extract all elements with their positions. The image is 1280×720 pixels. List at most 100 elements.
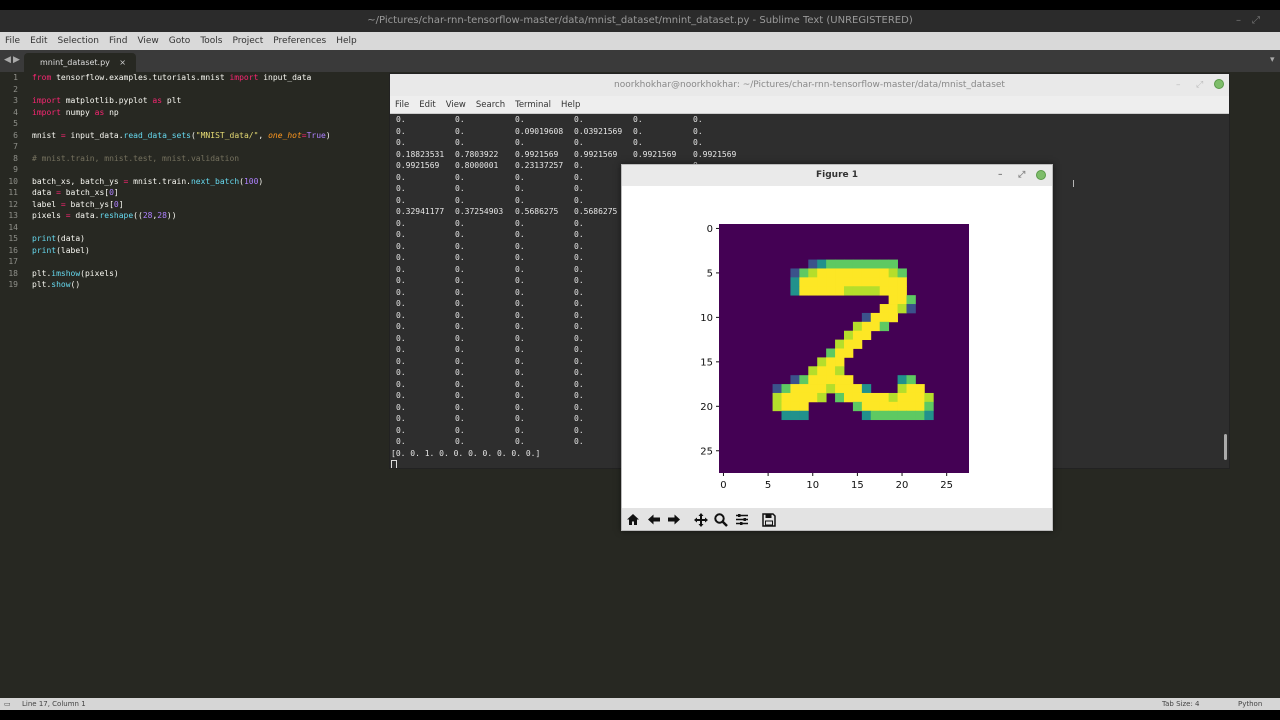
back-arrow-icon[interactable] bbox=[645, 511, 662, 528]
terminal-cell: 0. bbox=[574, 379, 584, 389]
status-tab-size[interactable]: Tab Size: 4 bbox=[1162, 698, 1199, 710]
sublime-window-title: ~/Pictures/char-rnn-tensorflow-master/da… bbox=[367, 15, 913, 26]
terminal-cell: 0. bbox=[455, 402, 465, 412]
terminal-menu-search[interactable]: Search bbox=[471, 100, 510, 110]
terminal-menu-file[interactable]: File bbox=[390, 100, 414, 110]
menu-preferences[interactable]: Preferences bbox=[268, 36, 331, 46]
terminal-cell: 0. bbox=[574, 241, 584, 251]
heatmap-cell bbox=[879, 392, 890, 403]
menu-view[interactable]: View bbox=[132, 36, 163, 46]
terminal-cell: 0. bbox=[574, 253, 584, 262]
heatmap-cell bbox=[781, 392, 791, 403]
heatmap-cell bbox=[870, 268, 881, 278]
maximize-icon[interactable]: ⤢ bbox=[1252, 10, 1260, 32]
forward-arrow-icon[interactable] bbox=[665, 511, 682, 528]
terminal-close-icon[interactable] bbox=[1214, 79, 1224, 89]
menu-find[interactable]: Find bbox=[104, 36, 132, 46]
menu-goto[interactable]: Goto bbox=[164, 36, 196, 46]
terminal-cell: 0. bbox=[574, 310, 584, 320]
menu-selection[interactable]: Selection bbox=[53, 36, 104, 46]
menu-tools[interactable]: Tools bbox=[195, 36, 227, 46]
terminal-cell: 0. bbox=[515, 287, 525, 297]
terminal-cell: 0. bbox=[515, 368, 525, 377]
terminal-cell: 0. bbox=[396, 333, 406, 343]
terminal-titlebar: noorkhokhar@noorkhokhar: ~/Pictures/char… bbox=[390, 74, 1229, 96]
minimize-icon[interactable]: – bbox=[1236, 10, 1241, 32]
terminal-minimize-icon[interactable]: – bbox=[1176, 74, 1181, 96]
terminal-cell: 0. bbox=[455, 253, 465, 262]
heatmap-cell bbox=[852, 330, 863, 341]
menu-help[interactable]: Help bbox=[331, 36, 362, 46]
terminal-cell: 0. bbox=[574, 115, 584, 124]
heatmap-cell bbox=[835, 375, 845, 385]
heatmap-cell bbox=[835, 348, 845, 358]
heatmap-cell bbox=[897, 286, 907, 296]
figure-canvas[interactable]: 0 0 5 5 10 10 15 15 20 20 25 25 bbox=[622, 186, 1052, 508]
menu-file[interactable]: File bbox=[0, 36, 25, 46]
heatmap-cell bbox=[888, 401, 898, 412]
heatmap-cell bbox=[870, 286, 881, 296]
status-panel-icon[interactable]: ▭ bbox=[4, 698, 11, 710]
terminal-cell: 0. bbox=[396, 379, 406, 389]
heatmap-cell bbox=[844, 330, 854, 341]
code-line: 14 bbox=[0, 222, 400, 234]
terminal-cell: 0. bbox=[455, 356, 465, 366]
heatmap-cell bbox=[915, 401, 925, 412]
terminal-cell: 0. bbox=[396, 402, 406, 412]
terminal-menu-view[interactable]: View bbox=[441, 100, 471, 110]
configure-icon[interactable] bbox=[733, 511, 750, 528]
tab-nav-right-icon[interactable]: ▶ bbox=[13, 55, 20, 65]
heatmap-cell bbox=[861, 321, 872, 332]
heatmap-cell bbox=[888, 392, 898, 403]
heatmap-cell bbox=[817, 375, 827, 385]
heatmap-cell bbox=[879, 277, 890, 287]
tab-overflow-icon[interactable]: ▾ bbox=[1270, 55, 1275, 65]
heatmap-cell bbox=[852, 384, 863, 394]
terminal-cell: 0. bbox=[574, 414, 584, 423]
heatmap-cell bbox=[817, 286, 827, 296]
terminal-cell: 0. bbox=[515, 115, 525, 124]
figure-minimize-icon[interactable]: – bbox=[998, 165, 1003, 186]
terminal-cell: 0. bbox=[396, 310, 406, 320]
terminal-menu-edit[interactable]: Edit bbox=[414, 100, 440, 110]
terminal-menu-help[interactable]: Help bbox=[556, 100, 585, 110]
terminal-cell: 0. bbox=[515, 184, 525, 193]
menu-edit[interactable]: Edit bbox=[25, 36, 52, 46]
tab-nav-left-icon[interactable]: ◀ bbox=[4, 55, 11, 65]
line-number: 17 bbox=[8, 257, 18, 266]
line-number: 19 bbox=[8, 280, 18, 289]
heatmap-cell bbox=[861, 312, 872, 323]
terminal-scrollbar[interactable] bbox=[1224, 434, 1227, 460]
figure-window: Figure 1 – ⤢ 0 0 5 5 10 10 15 15 20 20 25 25 bbox=[621, 164, 1053, 531]
line-number: 4 bbox=[13, 107, 18, 117]
heatmap-cell bbox=[808, 286, 818, 296]
heatmap-cell bbox=[799, 268, 809, 278]
heatmap-cell bbox=[844, 286, 854, 296]
heatmap-cell bbox=[924, 401, 934, 412]
heatmap-cell bbox=[861, 384, 872, 394]
pan-icon[interactable] bbox=[692, 511, 709, 528]
terminal-cell: 0. bbox=[455, 345, 465, 354]
figure-close-icon[interactable] bbox=[1036, 170, 1046, 180]
terminal-maximize-icon[interactable]: ⤢ bbox=[1196, 74, 1203, 96]
heatmap-cell bbox=[861, 259, 872, 269]
heatmap-cell bbox=[844, 339, 854, 349]
heatmap-cell bbox=[897, 392, 907, 403]
terminal-cell: 0.9921569 bbox=[515, 149, 559, 159]
figure-maximize-icon[interactable]: ⤢ bbox=[1018, 165, 1025, 186]
line-number: 13 bbox=[8, 211, 18, 220]
tab-mnint-dataset[interactable]: mnint_dataset.py × bbox=[24, 53, 136, 72]
terminal-cell: 0. bbox=[515, 276, 525, 285]
menu-project[interactable]: Project bbox=[227, 36, 268, 46]
tab-close-icon[interactable]: × bbox=[119, 53, 126, 72]
terminal-cell: 0.9921569 bbox=[574, 149, 618, 159]
terminal-cell: 0. bbox=[574, 230, 584, 239]
status-syntax[interactable]: Python bbox=[1238, 698, 1262, 710]
terminal-menu-terminal[interactable]: Terminal bbox=[510, 100, 556, 110]
home-icon[interactable] bbox=[624, 511, 641, 528]
terminal-cell: 0. bbox=[396, 356, 406, 366]
save-icon[interactable] bbox=[760, 511, 777, 528]
zoom-icon[interactable] bbox=[712, 511, 729, 528]
line-number: 1 bbox=[13, 73, 18, 82]
heatmap-cell bbox=[808, 268, 818, 278]
